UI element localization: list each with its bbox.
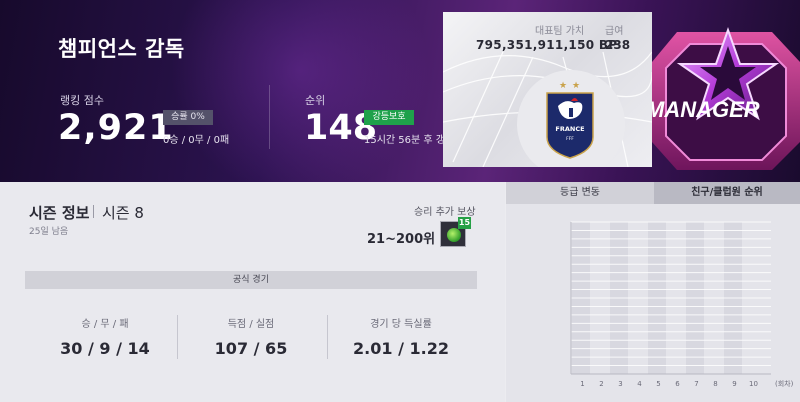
profile-banner: 챔피언스 감독 랭킹 점수 2,921 승률 0% 0승 / 0무 / 0패 순… bbox=[0, 0, 800, 182]
stat-label: 경기 당 득실률 bbox=[370, 319, 432, 330]
svg-text:★: ★ bbox=[572, 81, 580, 91]
stat-label: 승 / 무 / 패 bbox=[81, 319, 129, 330]
x-tick-label: 9 bbox=[732, 380, 736, 388]
season-info-title: 시즌 정보 bbox=[29, 204, 90, 222]
season-info-panel: 시즌 정보 시즌 8 25일 남음 승리 추가 보상 21~200위 15 공식… bbox=[0, 182, 505, 402]
season-days-left: 25일 남음 bbox=[29, 227, 69, 237]
crest-text: FRANCE bbox=[555, 125, 584, 133]
x-tick-label: 7 bbox=[694, 380, 698, 388]
salary-value: 238 bbox=[605, 38, 631, 52]
stat-wdl: 승 / 무 / 패 30 / 9 / 14 bbox=[30, 315, 180, 358]
stat-ratio: 경기 당 득실률 2.01 / 1.22 bbox=[326, 315, 476, 358]
reward-level-badge: 15 bbox=[458, 217, 471, 229]
reward-item[interactable]: 15 bbox=[440, 217, 471, 247]
x-tick-label: 10 bbox=[749, 380, 758, 388]
x-tick-label: 4 bbox=[637, 380, 642, 388]
refresh-countdown: 15시간 56분 후 갱신 bbox=[364, 135, 446, 146]
x-tick-label: 3 bbox=[618, 380, 622, 388]
win-rate-badge: 승률 0% bbox=[163, 110, 213, 125]
banner-divider bbox=[269, 85, 270, 149]
manager-badge-text: MANAGER bbox=[652, 97, 760, 122]
tab-grade-change[interactable]: 등급 변동 bbox=[506, 182, 654, 204]
team-value: 795,351,911,150 BP bbox=[476, 38, 618, 52]
crest-subtext: FFF bbox=[566, 136, 574, 142]
x-tick-label: 2 bbox=[599, 380, 603, 388]
stat-value: 107 / 65 bbox=[214, 339, 288, 358]
win-reward-range: 21~200위 bbox=[367, 232, 436, 247]
page-title: 챔피언스 감독 bbox=[58, 37, 185, 61]
tab-friend-ranking[interactable]: 친구/클럽원 순위 bbox=[654, 182, 800, 204]
official-match-header: 공식 경기 bbox=[25, 271, 477, 289]
win-reward-label: 승리 추가 보상 bbox=[414, 207, 476, 218]
salary-label: 급여 bbox=[605, 26, 624, 37]
ranking-value: 2,921 bbox=[58, 108, 174, 148]
x-tick-label: 5 bbox=[656, 380, 660, 388]
position-label: 순위 bbox=[305, 94, 326, 107]
stat-value: 30 / 9 / 14 bbox=[60, 339, 150, 358]
stat-label: 득점 / 실점 bbox=[227, 319, 275, 330]
x-unit-label: (회차) bbox=[775, 379, 794, 388]
banner-glow bbox=[170, 0, 430, 182]
season-record: 0승 / 0무 / 0패 bbox=[163, 135, 230, 146]
x-tick-label: 6 bbox=[675, 380, 680, 388]
season-number: 시즌 8 bbox=[102, 204, 144, 222]
x-tick-label: 8 bbox=[713, 380, 717, 388]
grade-change-chart: 1 2 3 4 5 6 7 8 9 10 (회차) bbox=[506, 204, 800, 402]
france-crest-icon: ★ ★ FRANCE FFF bbox=[546, 81, 594, 159]
club-card[interactable]: 대표팀 가치 795,351,911,150 BP 급여 238 ★ ★ FRA… bbox=[443, 12, 652, 167]
ball-icon bbox=[447, 228, 461, 242]
relegation-guard-badge: 강등보호 bbox=[364, 110, 414, 125]
grade-chart-svg: 1 2 3 4 5 6 7 8 9 10 (회차) bbox=[570, 221, 794, 388]
manager-badge-icon: MANAGER bbox=[652, 26, 800, 170]
svg-text:★: ★ bbox=[559, 81, 567, 91]
stat-goals: 득점 / 실점 107 / 65 bbox=[176, 315, 326, 358]
season-separator bbox=[93, 205, 94, 218]
team-value-label: 대표팀 가치 bbox=[535, 26, 585, 37]
ranking-label: 랭킹 점수 bbox=[60, 94, 104, 107]
stat-value: 2.01 / 1.22 bbox=[353, 339, 449, 358]
x-tick-label: 1 bbox=[580, 380, 584, 388]
